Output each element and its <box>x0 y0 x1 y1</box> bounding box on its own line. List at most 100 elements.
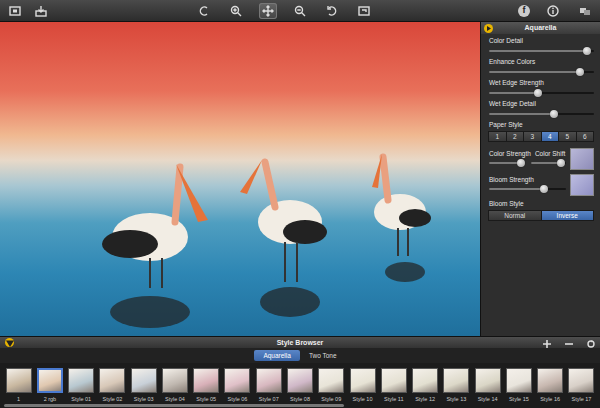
thumbnail-strip: 1 2 rgb Style 01 Style 02 Style 03 Style 04 St… <box>0 363 600 408</box>
thumbnail-label: Style 13 <box>446 396 466 403</box>
slider-knob[interactable] <box>557 159 565 167</box>
toolbar: f <box>0 0 600 22</box>
share-icon[interactable] <box>576 3 594 19</box>
scrollbar[interactable] <box>4 404 344 407</box>
style-thumbnail[interactable]: Style 04 <box>159 363 190 408</box>
thumbnail-label: 1 <box>17 396 20 403</box>
slider-label: Wet Edge Detail <box>489 100 594 108</box>
style-thumbnail[interactable]: Style 15 <box>503 363 534 408</box>
slider-track[interactable] <box>531 162 566 164</box>
rotate-right-icon[interactable] <box>323 3 341 19</box>
collapse-icon[interactable] <box>484 24 493 33</box>
segment-label: 2 <box>513 133 517 140</box>
slider-knob[interactable] <box>540 185 548 193</box>
segment-label: 1 <box>495 133 499 140</box>
slider-label: Wet Edge Strength <box>489 79 594 87</box>
slider-track[interactable] <box>489 71 594 73</box>
slider-track[interactable] <box>489 162 525 164</box>
tab-label: Two Tone <box>309 352 337 359</box>
style-thumbnail[interactable]: Style 07 <box>253 363 284 408</box>
slider-label: Color Detail <box>489 37 594 45</box>
slider-track[interactable] <box>489 50 594 52</box>
thumbnail-label: Style 01 <box>71 396 91 403</box>
segment-label: 6 <box>583 133 587 140</box>
thumbnail-label: Style 16 <box>540 396 560 403</box>
paper-style-label: Paper Style <box>489 121 594 129</box>
slider-knob[interactable] <box>534 89 542 97</box>
thumbnail-label: Style 12 <box>415 396 435 403</box>
segmented-control: 1 2 3 456 <box>489 131 594 142</box>
thumbnail-label: Style 02 <box>102 396 122 403</box>
style-thumbnail[interactable]: Style 11 <box>378 363 409 408</box>
style-thumbnail[interactable]: Style 17 <box>566 363 597 408</box>
slider-track[interactable] <box>489 188 566 190</box>
thumbnail-label: 2 rgb <box>44 396 57 403</box>
slider-knob[interactable] <box>517 159 525 167</box>
segment-button[interactable]: Normal <box>488 210 542 221</box>
segment-button[interactable]: 4 <box>541 131 560 142</box>
style-thumbnail[interactable]: Style 03 <box>128 363 159 408</box>
segmented-control: Normal Inverse <box>489 210 594 221</box>
panel-title: Aquarella <box>493 22 588 34</box>
segment-label: 3 <box>530 133 534 140</box>
facebook-button[interactable]: f <box>518 5 530 17</box>
segment-button[interactable]: 5 <box>558 131 577 142</box>
thumbnail-label: Style 09 <box>321 396 341 403</box>
style-thumbnail[interactable]: 2 rgb <box>34 363 65 408</box>
thumbnail-label: Style 08 <box>290 396 310 403</box>
segment-button[interactable]: Inverse <box>541 210 595 221</box>
style-tab[interactable]: Two Tone <box>300 350 346 361</box>
slider-fill <box>489 188 544 190</box>
style-browser-title: Style Browser <box>277 339 324 346</box>
segment-button[interactable]: 1 <box>488 131 507 142</box>
zoom-out-icon[interactable] <box>291 3 309 19</box>
style-thumbnail[interactable]: Style 09 <box>316 363 347 408</box>
photo-canvas[interactable] <box>0 22 480 336</box>
thumbnail-label: Style 06 <box>228 396 248 403</box>
style-thumbnail[interactable]: Style 16 <box>535 363 566 408</box>
crop-icon[interactable] <box>355 3 373 19</box>
info-icon[interactable] <box>544 3 562 19</box>
slider-knob[interactable] <box>550 110 558 118</box>
style-tab[interactable]: Aquarella <box>254 350 299 361</box>
style-thumbnail[interactable]: Style 14 <box>472 363 503 408</box>
rotate-left-icon[interactable] <box>195 3 213 19</box>
fit-icon[interactable] <box>6 3 24 19</box>
segment-button[interactable]: 6 <box>576 131 595 142</box>
style-thumbnail[interactable]: Style 08 <box>284 363 315 408</box>
style-thumbnail[interactable]: Style 05 <box>191 363 222 408</box>
slider-knob[interactable] <box>583 47 591 55</box>
bloom-strength-label: Bloom Strength <box>489 176 566 184</box>
slider-label: Enhance Colors <box>489 58 594 66</box>
style-thumbnail[interactable]: 1 <box>3 363 34 408</box>
thumbnail-label: Style 03 <box>134 396 154 403</box>
tab-label: Aquarella <box>263 352 290 359</box>
thumbnail-label: Style 15 <box>509 396 529 403</box>
slider-fill <box>489 113 554 115</box>
style-thumbnail[interactable]: Style 12 <box>409 363 440 408</box>
segment-label: 4 <box>548 133 552 140</box>
collapse-icon[interactable] <box>5 338 14 347</box>
export-icon[interactable] <box>32 3 50 19</box>
color-swatch[interactable] <box>570 148 594 170</box>
segment-label: Inverse <box>557 212 578 219</box>
style-thumbnail[interactable]: Style 01 <box>66 363 97 408</box>
bloom-style-label: Bloom Style <box>489 200 594 208</box>
zoom-in-icon[interactable] <box>227 3 245 19</box>
move-icon[interactable] <box>259 3 277 19</box>
thumbnail-label: Style 11 <box>384 396 403 403</box>
style-thumbnail[interactable]: Style 06 <box>222 363 253 408</box>
style-thumbnail[interactable]: Style 10 <box>347 363 378 408</box>
slider-knob[interactable] <box>576 68 584 76</box>
segment-button[interactable]: 2 <box>506 131 525 142</box>
segment-button[interactable]: 3 <box>523 131 542 142</box>
slider-fill <box>489 71 580 73</box>
style-browser-bar: Style Browser <box>0 336 600 348</box>
style-thumbnail[interactable]: Style 02 <box>97 363 128 408</box>
slider-track[interactable] <box>489 92 594 94</box>
style-thumbnail[interactable]: Style 13 <box>441 363 472 408</box>
slider-track[interactable] <box>489 113 594 115</box>
thumbnail-label: Style 04 <box>165 396 185 403</box>
settings-panel: Aquarella Color Detail Enhance Colors Wet E… <box>480 22 600 336</box>
bloom-swatch[interactable] <box>570 174 594 196</box>
